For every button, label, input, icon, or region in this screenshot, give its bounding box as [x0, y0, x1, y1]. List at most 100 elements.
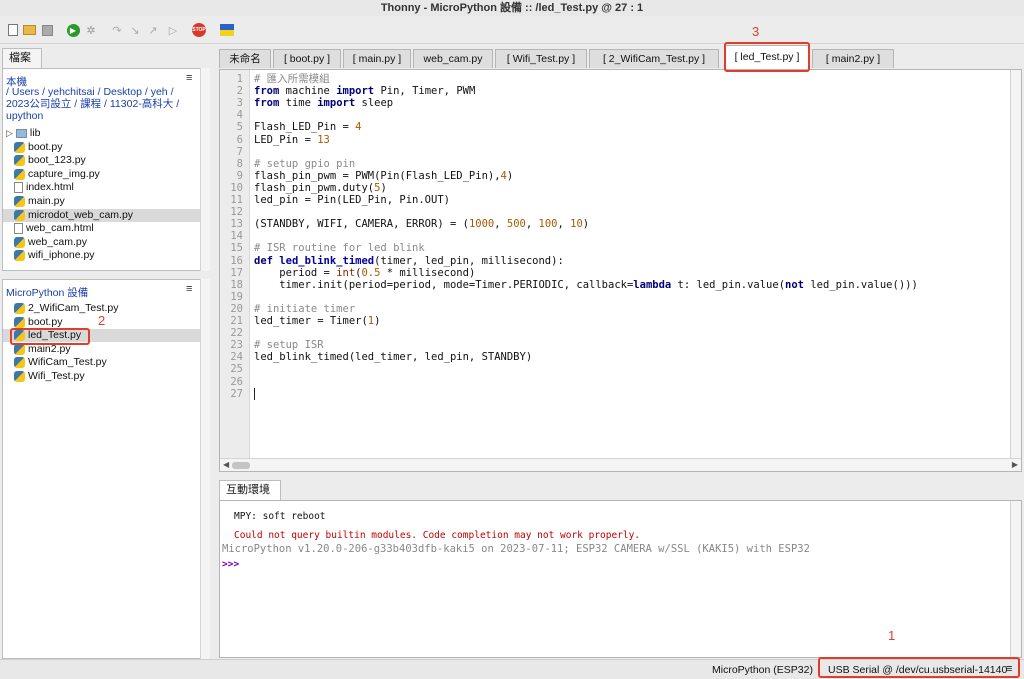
file-name: Wifi_Test.py [28, 370, 85, 382]
debug-icon[interactable]: ✲ [84, 23, 98, 37]
window-title: Thonny - MicroPython 設備 :: /led_Test.py … [0, 0, 1024, 16]
line-gutter: 1 2 3 4 5 6 7 8 9 10 11 12 13 14 15 16 17 18 19 20 21 22 23 24 2… [220, 70, 250, 458]
step-over-icon[interactable]: ↷ [110, 23, 124, 37]
line-number: 22 [230, 327, 243, 340]
scroll-thumb[interactable] [232, 462, 250, 469]
file-item[interactable]: web_cam.py [14, 236, 87, 249]
code-line[interactable]: def led_blink_timed(timer, led_pin, mill… [254, 255, 564, 267]
python-file-icon [14, 316, 25, 328]
editor-tab[interactable]: [ Wifi_Test.py ] [495, 49, 587, 68]
line-number: 17 [230, 266, 243, 279]
code-line[interactable]: from time import sleep [254, 97, 393, 109]
file-item[interactable]: boot.py [14, 141, 62, 154]
line-number: 16 [230, 254, 243, 267]
device-file-item[interactable]: boot.py [14, 316, 62, 329]
file-item[interactable]: microdot_web_cam.py [3, 208, 200, 222]
code-line[interactable]: period = int(0.5 * millisecond) [254, 267, 475, 279]
file-item[interactable]: main.py [14, 195, 65, 208]
line-number: 9 [236, 169, 243, 182]
code-line[interactable]: led_blink_timed(led_timer, led_pin, STAN… [254, 351, 532, 363]
code-line[interactable]: flash_pin_pwm.duty(5) [254, 182, 387, 194]
editor-tab[interactable]: [ main2.py ] [812, 49, 894, 68]
code-line[interactable]: # setup gpio pin [254, 158, 355, 170]
code-line[interactable]: Flash_LED_Pin = 4 [254, 121, 361, 133]
device-file-item[interactable]: Wifi_Test.py [14, 370, 85, 383]
code-line[interactable]: # 匯入所需模組 [254, 73, 330, 85]
line-number: 15 [230, 242, 243, 255]
editor-tab[interactable]: [ boot.py ] [273, 49, 341, 68]
annotation-label: 3 [752, 24, 760, 39]
python-file-icon [14, 357, 25, 369]
scroll-left-icon[interactable]: ◀ [223, 460, 229, 469]
local-path-line[interactable]: upython [6, 110, 186, 122]
folder-icon [15, 129, 27, 138]
line-number: 12 [230, 206, 243, 219]
editor-tab[interactable]: [ main.py ] [343, 49, 411, 68]
editor-tab[interactable]: [ 2_WifiCam_Test.py ] [589, 49, 719, 68]
file-name: capture_img.py [28, 167, 100, 180]
python-file-icon [14, 250, 25, 262]
file-name: microdot_web_cam.py [28, 208, 134, 221]
code-line[interactable]: led_pin = Pin(LED_Pin, Pin.OUT) [254, 194, 450, 206]
code-line[interactable]: # setup ISR [254, 339, 324, 351]
file-name: web_cam.py [28, 235, 87, 248]
run-icon[interactable]: ▶ [66, 23, 80, 37]
code-line[interactable]: from machine import Pin, Timer, PWM [254, 85, 475, 97]
file-name: wifi_iphone.py [28, 249, 95, 262]
annotation-box-tab [724, 42, 810, 72]
code-line[interactable]: timer.init(period=period, mode=Timer.PER… [254, 279, 918, 291]
device-scrollbar[interactable] [200, 279, 210, 659]
line-number: 19 [230, 290, 243, 303]
editor-h-scrollbar[interactable]: ◀ ▶ [220, 458, 1021, 471]
save-icon[interactable] [40, 23, 54, 37]
file-item[interactable]: boot_123.py [14, 154, 86, 167]
editor-tab[interactable]: 未命名 [219, 49, 271, 68]
code-line[interactable]: LED_Pin = 13 [254, 134, 330, 146]
file-name: main.py [28, 195, 65, 207]
code-line[interactable]: led_timer = Timer(1) [254, 315, 380, 327]
tab-shell[interactable]: 互動環境 [219, 480, 281, 500]
file-name: boot.py [28, 140, 63, 153]
scroll-right-icon[interactable]: ▶ [1012, 460, 1018, 469]
file-item[interactable]: capture_img.py [14, 168, 100, 181]
shell-line: >>> [222, 559, 240, 570]
tab-files[interactable]: 檔案 [2, 48, 42, 68]
open-file-icon[interactable] [22, 23, 36, 37]
local-path-line[interactable]: 2023公司設立 / 課程 / 11302-高科大 / [6, 98, 186, 110]
code-line[interactable]: flash_pin_pwm = PWM(Pin(Flash_LED_Pin),4… [254, 170, 513, 182]
step-into-icon[interactable]: ↘ [128, 23, 142, 37]
local-menu-icon[interactable]: ≡ [186, 72, 192, 84]
file-name: WifiCam_Test.py [28, 356, 107, 369]
stop-icon[interactable]: STOP [192, 23, 206, 37]
line-number: 4 [236, 109, 243, 122]
shell-scrollbar[interactable] [1010, 501, 1021, 657]
file-item[interactable]: wifi_iphone.py [14, 249, 95, 262]
interpreter-label[interactable]: MicroPython (ESP32) [712, 664, 813, 676]
device-menu-icon[interactable]: ≡ [186, 283, 192, 295]
line-number: 6 [236, 133, 243, 146]
line-number: 2 [236, 85, 243, 98]
local-scrollbar[interactable] [200, 68, 210, 271]
step-out-icon[interactable]: ↗ [146, 23, 160, 37]
line-number: 1 [236, 73, 243, 85]
editor-tab[interactable]: web_cam.py [413, 49, 493, 68]
folder-expand-icon: ▷ [6, 128, 13, 138]
editor-v-scrollbar[interactable] [1010, 70, 1021, 458]
line-number: 24 [230, 351, 243, 364]
shell-line: MPY: soft reboot [234, 511, 326, 522]
code-line[interactable]: # ISR routine for led blink [254, 242, 425, 254]
line-number: 11 [230, 194, 243, 206]
line-number: 25 [230, 363, 243, 376]
line-number: 14 [230, 230, 243, 243]
device-file-item[interactable]: WifiCam_Test.py [14, 356, 107, 369]
file-item[interactable]: web_cam.html [14, 222, 94, 235]
shell-panel[interactable] [219, 500, 1022, 658]
resume-icon[interactable]: ▷ [166, 23, 180, 37]
new-file-icon[interactable] [6, 23, 20, 37]
file-item[interactable]: index.html [14, 181, 74, 194]
code-line[interactable]: # initiate timer [254, 303, 355, 315]
file-item[interactable]: ▷ lib [6, 127, 40, 140]
code-line[interactable]: (STANDBY, WIFI, CAMERA, ERROR) = (1000, … [254, 218, 589, 230]
local-path-line[interactable]: / Users / yehchitsai / Desktop / yeh / [6, 86, 186, 98]
line-number: 21 [230, 315, 243, 327]
